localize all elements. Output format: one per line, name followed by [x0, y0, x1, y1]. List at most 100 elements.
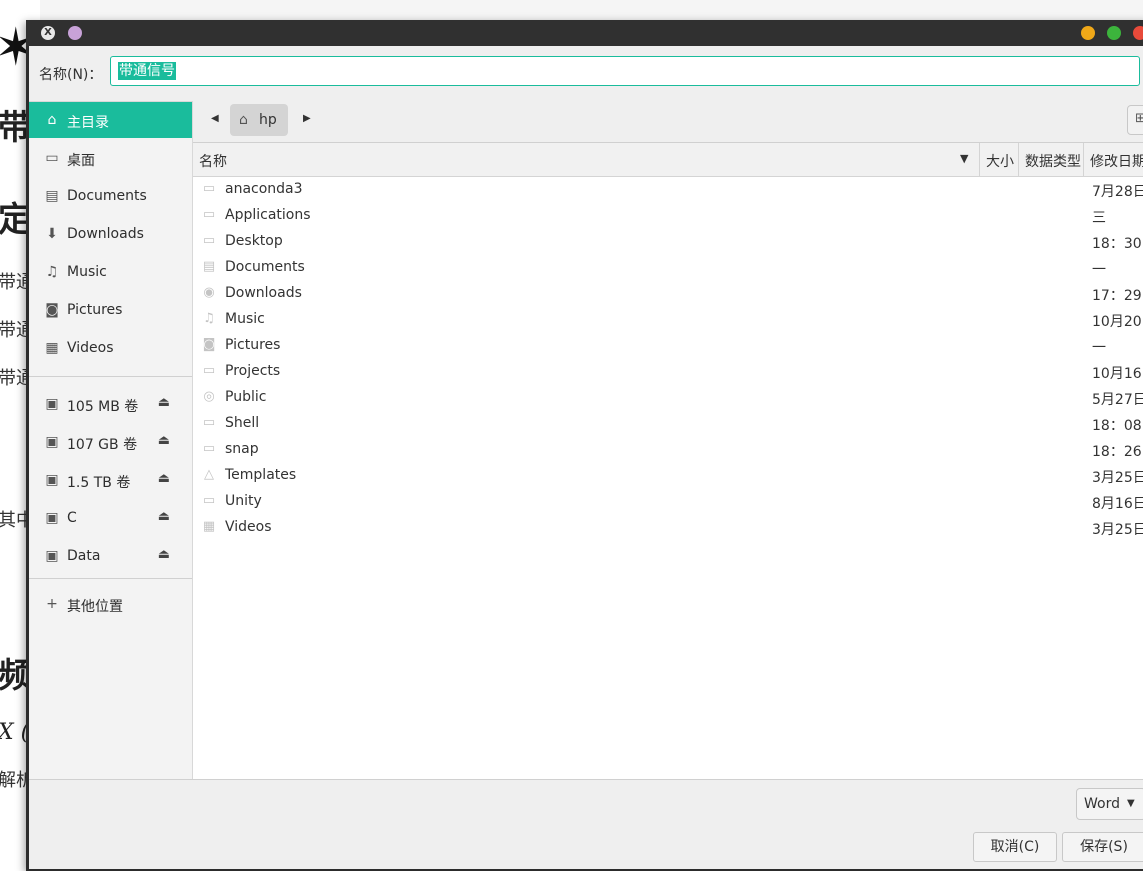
sidebar-other-locations[interactable]: + 其他位置: [29, 586, 192, 622]
sidebar-item-label: 桌面: [67, 153, 95, 169]
sidebar-volume-label: C: [67, 510, 77, 526]
column-divider[interactable]: [1083, 143, 1084, 176]
file-modified: 10月16日: [1092, 366, 1143, 382]
file-modified: 一: [1092, 340, 1106, 356]
eject-icon[interactable]: ⏏: [158, 471, 170, 486]
file-row[interactable]: ▭ Desktop 18：30: [193, 229, 1143, 255]
sidebar-volume-3[interactable]: ▣ C ⏏: [29, 500, 192, 536]
folder-icon: ▭: [202, 181, 216, 196]
file-row[interactable]: ▭ anaconda3 7月28日: [193, 177, 1143, 203]
sidebar-item-1[interactable]: ▭ 桌面: [29, 140, 192, 176]
eject-icon[interactable]: ⏏: [158, 433, 170, 448]
file-name: Shell: [225, 415, 260, 431]
sidebar-item-0[interactable]: ⌂ 主目录: [29, 102, 192, 138]
file-type-filter[interactable]: Word ▼: [1076, 788, 1143, 820]
file-row[interactable]: ▦ Videos 3月25日: [193, 515, 1143, 541]
sidebar-item-label: Downloads: [67, 226, 144, 242]
path-bar: ◀ ⌂ hp ▶ ⊞: [193, 101, 1143, 142]
documents-icon: ▤: [45, 188, 59, 204]
file-name: Public: [225, 389, 267, 405]
column-header-modified[interactable]: 修改日期: [1090, 151, 1143, 171]
drive-icon: ▣: [45, 396, 59, 412]
filename-selected-text[interactable]: 带通信号: [118, 62, 176, 80]
file-modified: 7月28日: [1092, 184, 1143, 200]
file-row[interactable]: ▭ Projects 10月16日: [193, 359, 1143, 385]
file-name: Pictures: [225, 337, 281, 353]
title-bar: X: [26, 20, 1143, 46]
sidebar-volume-1[interactable]: ▣ 107 GB 卷 ⏏: [29, 424, 192, 460]
file-row[interactable]: ▭ Applications 三: [193, 203, 1143, 229]
file-modified: 3月25日: [1092, 522, 1143, 538]
forward-arrow-icon[interactable]: ▶: [303, 113, 311, 124]
save-button[interactable]: 保存(S): [1062, 832, 1143, 862]
sidebar-item-6[interactable]: ▦ Videos: [29, 330, 192, 366]
file-row[interactable]: ▤ Documents 一: [193, 255, 1143, 281]
file-row[interactable]: ▭ snap 18：26: [193, 437, 1143, 463]
documents-icon: ▤: [202, 259, 216, 274]
sidebar-item-2[interactable]: ▤ Documents: [29, 178, 192, 214]
drive-icon: ▣: [45, 434, 59, 450]
camera-icon: ◙: [45, 302, 59, 318]
cancel-button[interactable]: 取消(C): [973, 832, 1057, 862]
file-row[interactable]: ▭ Unity 8月16日: [193, 489, 1143, 515]
places-sidebar: ⌂ 主目录 ▭ 桌面 ▤ Documents ⬇ Downloads ♫ Music ◙ Pictur…: [29, 101, 193, 780]
sidebar-item-label: 主目录: [67, 115, 109, 131]
new-folder-button[interactable]: ⊞: [1127, 105, 1143, 135]
column-header-name[interactable]: 名称: [199, 151, 227, 171]
music-icon: ♫: [203, 311, 215, 326]
file-row[interactable]: ♫ Music 10月20日: [193, 307, 1143, 333]
file-row[interactable]: ◎ Public 5月27日: [193, 385, 1143, 411]
drive-icon: ▣: [45, 548, 59, 564]
filename-label: 名称(N)：: [39, 67, 103, 83]
folder-icon: ▭: [202, 441, 216, 456]
sidebar-item-3[interactable]: ⬇ Downloads: [29, 216, 192, 252]
sidebar-item-4[interactable]: ♫ Music: [29, 254, 192, 290]
column-divider[interactable]: [979, 143, 980, 176]
chevron-down-icon: ▼: [1127, 798, 1135, 809]
new-folder-icon: ⊞: [1135, 111, 1143, 126]
file-type-label: Word: [1084, 796, 1120, 812]
downloads-icon: ⬇: [46, 226, 58, 242]
sidebar-volume-label: 105 MB 卷: [67, 399, 139, 415]
file-name: Desktop: [225, 233, 283, 249]
x-app-icon[interactable]: X: [41, 26, 55, 40]
close-button[interactable]: [1133, 26, 1143, 40]
drive-icon: ▣: [45, 472, 59, 488]
music-icon: ♫: [45, 264, 59, 280]
save-file-dialog: X 名称(N)： 带通信号 ⌂ 主目录 ▭ 桌面 ▤ Documents ⬇ Download…: [26, 20, 1143, 871]
maximize-button[interactable]: [1107, 26, 1121, 40]
column-header-size[interactable]: 大小: [986, 151, 1014, 171]
file-row[interactable]: ▭ Shell 18：08: [193, 411, 1143, 437]
eject-icon[interactable]: ⏏: [158, 547, 170, 562]
path-segment-home[interactable]: ⌂ hp: [230, 104, 288, 136]
eject-icon[interactable]: ⏏: [158, 395, 170, 410]
file-modified: 一: [1092, 262, 1106, 278]
share-icon: ◎: [203, 389, 215, 404]
folder-icon: ▭: [202, 207, 216, 222]
file-row[interactable]: ◙ Pictures 一: [193, 333, 1143, 359]
sidebar-item-5[interactable]: ◙ Pictures: [29, 292, 192, 328]
folder-icon: ▭: [202, 415, 216, 430]
sort-descending-icon[interactable]: ▼: [960, 152, 968, 165]
sidebar-volume-4[interactable]: ▣ Data ⏏: [29, 538, 192, 574]
file-modified: 17：29: [1092, 288, 1142, 304]
pin-button[interactable]: [68, 26, 82, 40]
drive-icon: ▣: [45, 510, 59, 526]
film-icon: ▦: [45, 340, 59, 356]
column-header-type[interactable]: 数据类型: [1025, 151, 1081, 171]
sidebar-volume-0[interactable]: ▣ 105 MB 卷 ⏏: [29, 386, 192, 422]
file-name: snap: [225, 441, 259, 457]
film-icon: ▦: [202, 519, 216, 534]
filename-row: 名称(N)： 带通信号: [29, 46, 1143, 96]
sidebar-volume-2[interactable]: ▣ 1.5 TB 卷 ⏏: [29, 462, 192, 498]
column-divider[interactable]: [1018, 143, 1019, 176]
eject-icon[interactable]: ⏏: [158, 509, 170, 524]
back-arrow-icon[interactable]: ◀: [211, 113, 219, 124]
file-row[interactable]: △ Templates 3月25日: [193, 463, 1143, 489]
minimize-button[interactable]: [1081, 26, 1095, 40]
file-row[interactable]: ◉ Downloads 17：29: [193, 281, 1143, 307]
sidebar-volume-label: Data: [67, 548, 101, 564]
filename-input[interactable]: 带通信号: [110, 56, 1140, 86]
sidebar-item-label: Documents: [67, 188, 147, 204]
file-modified: 8月16日: [1092, 496, 1143, 512]
